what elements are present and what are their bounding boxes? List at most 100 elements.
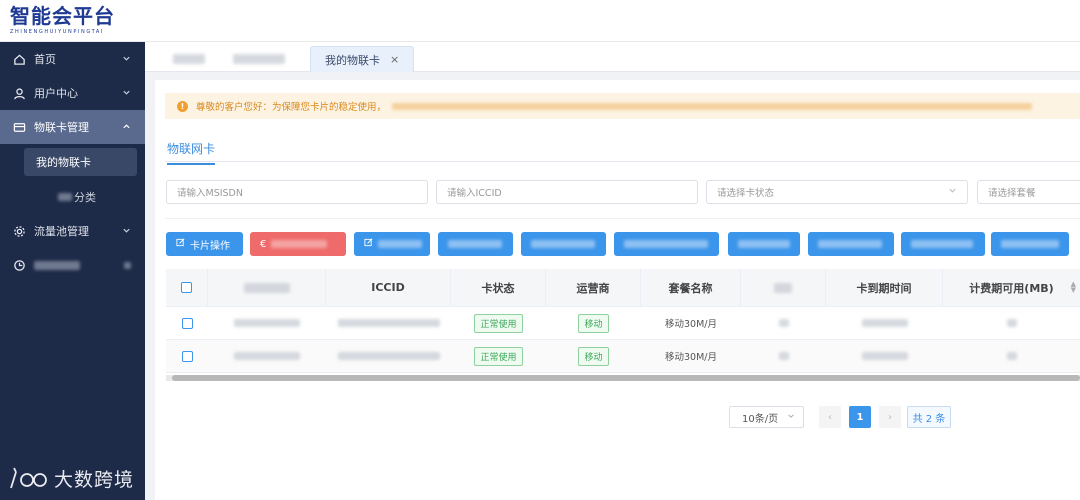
expire-cell xyxy=(826,307,943,339)
redacted-action-button-5[interactable] xyxy=(728,232,800,256)
edit-icon xyxy=(364,238,373,250)
plan-select[interactable]: 请选择套餐 xyxy=(977,180,1080,204)
redacted-action-button-3[interactable] xyxy=(521,232,606,256)
next-page-button[interactable]: › xyxy=(879,406,901,428)
redacted-text xyxy=(531,240,595,248)
card-operation-button[interactable]: 卡片操作 xyxy=(166,232,243,256)
plan-cell: 移动30M/月 xyxy=(665,352,717,363)
sidebar-item-user-center[interactable]: 用户中心 xyxy=(0,76,145,110)
sidebar-item-label: 物联卡管理 xyxy=(34,121,89,134)
redacted-danger-button[interactable]: € xyxy=(250,232,346,256)
sidebar-item-traffic-pool[interactable]: 流量池管理 xyxy=(0,214,145,248)
page-size-select[interactable]: 10条/页 xyxy=(729,406,804,428)
prev-page-button[interactable]: ‹ xyxy=(819,406,841,428)
column-header-iccid: ICCID xyxy=(326,269,451,306)
warning-icon: ! xyxy=(177,100,188,112)
watermark-logo-icon xyxy=(10,467,47,488)
table-row: 正常使用 移动 移动30M/月 xyxy=(166,340,1080,373)
redacted-text xyxy=(1001,240,1059,248)
sidebar-item-label: 首页 xyxy=(34,53,56,66)
column-header-billing[interactable]: 计费期可用(MB) ▲ ▼ xyxy=(943,269,1080,306)
operator-badge: 移动 xyxy=(578,346,609,366)
billing-cell xyxy=(943,307,1080,339)
msisdn-placeholder: 请输入MSISDN xyxy=(177,188,243,199)
redacted-text xyxy=(337,352,440,360)
top-header: 智能会平台 ZHINENGHUIYUNPINGTAI xyxy=(0,0,1080,42)
tab-my-iot-cards[interactable]: 我的物联卡 × xyxy=(310,46,415,72)
redacted-text xyxy=(624,240,708,248)
main-panel: ! 尊敬的客户您好：为保障您卡片的稳定使用， 物联网卡 请输入MSISDN 请输… xyxy=(155,80,1080,500)
sidebar-item-redacted[interactable] xyxy=(0,248,145,282)
sidebar-item-label: 用户中心 xyxy=(34,87,78,100)
tab-redacted-1[interactable] xyxy=(159,46,219,72)
billing-cell xyxy=(943,340,1080,372)
sidebar-item-label: 流量池管理 xyxy=(34,225,89,238)
iccid-placeholder: 请输入ICCID xyxy=(447,188,502,199)
redacted-text xyxy=(861,352,908,360)
table-row: 正常使用 移动 移动30M/月 xyxy=(166,307,1080,340)
close-icon[interactable]: × xyxy=(390,53,399,66)
chevron-down-icon xyxy=(948,186,957,198)
card-status-select[interactable]: 请选择卡状态 xyxy=(706,180,968,204)
column-header-redacted xyxy=(208,269,326,306)
app-logo[interactable]: 智能会平台 ZHINENGHUIYUNPINGTAI xyxy=(10,4,115,36)
redacted-text xyxy=(337,319,440,327)
divider xyxy=(165,161,1080,162)
sidebar-subitem-my-iot-cards[interactable]: 我的物联卡 xyxy=(24,148,137,176)
redacted-action-button-6[interactable] xyxy=(808,232,894,256)
scrollbar-thumb[interactable] xyxy=(172,375,1080,381)
redacted-icon xyxy=(124,259,131,272)
redacted-text xyxy=(271,240,328,248)
chevron-down-icon xyxy=(122,53,131,66)
redacted-text xyxy=(34,260,80,270)
redacted-action-button-2[interactable] xyxy=(438,232,513,256)
row-checkbox[interactable] xyxy=(181,350,193,362)
chevron-up-icon xyxy=(122,121,131,134)
status-badge: 正常使用 xyxy=(474,346,523,366)
row-select-cell xyxy=(166,307,208,339)
tab-redacted-2[interactable] xyxy=(219,46,299,72)
iccid-input[interactable]: 请输入ICCID xyxy=(436,180,698,204)
user-icon xyxy=(12,86,26,100)
redacted-action-button-7[interactable] xyxy=(901,232,985,256)
column-header-status: 卡状态 xyxy=(451,269,546,306)
status-placeholder: 请选择卡状态 xyxy=(717,188,775,199)
sidebar-item-iot-card-management[interactable]: 物联卡管理 xyxy=(0,110,145,144)
edit-icon xyxy=(176,238,185,250)
redacted-action-button-8[interactable] xyxy=(991,232,1069,256)
redacted-text xyxy=(778,352,789,360)
iccid-cell xyxy=(326,307,451,339)
plan-placeholder: 请选择套餐 xyxy=(988,188,1036,199)
column-header-expire: 卡到期时间 xyxy=(826,269,943,306)
row-select-cell xyxy=(166,340,208,372)
sidebar-item-home[interactable]: 首页 xyxy=(0,42,145,76)
redacted-text xyxy=(738,240,790,248)
redacted-action-button-4[interactable] xyxy=(614,232,719,256)
row-checkbox[interactable] xyxy=(181,317,193,329)
redacted-text xyxy=(234,319,300,327)
sort-icon[interactable]: ▲ ▼ xyxy=(1071,281,1076,294)
horizontal-scrollbar[interactable] xyxy=(166,375,1080,381)
msisdn-input[interactable]: 请输入MSISDN xyxy=(166,180,428,204)
notice-text: 尊敬的客户您好：为保障您卡片的稳定使用， xyxy=(196,102,387,113)
redacted-text xyxy=(774,282,792,293)
redacted-text xyxy=(1006,352,1017,360)
select-all-checkbox[interactable] xyxy=(181,282,192,293)
sidebar-subitem-category[interactable]: 分类 xyxy=(0,180,145,214)
redacted-text xyxy=(861,319,908,327)
redacted-action-button-1[interactable] xyxy=(354,232,430,256)
column-header-redacted-2 xyxy=(741,269,826,306)
chevron-down-icon xyxy=(787,412,795,423)
redacted-text xyxy=(233,54,285,64)
page-number-button[interactable]: 1 xyxy=(849,406,871,428)
divider xyxy=(165,218,1080,219)
redacted-text xyxy=(234,352,300,360)
sidebar-subitem-label: 我的物联卡 xyxy=(36,156,91,169)
status-cell: 正常使用 xyxy=(451,340,546,372)
expire-cell xyxy=(826,340,943,372)
page-size-label: 10条/页 xyxy=(742,413,779,425)
column-header-operator: 运营商 xyxy=(546,269,641,306)
tab-label: 我的物联卡 xyxy=(325,53,380,67)
redacted-text xyxy=(392,102,1033,110)
msisdn-cell xyxy=(208,340,326,372)
